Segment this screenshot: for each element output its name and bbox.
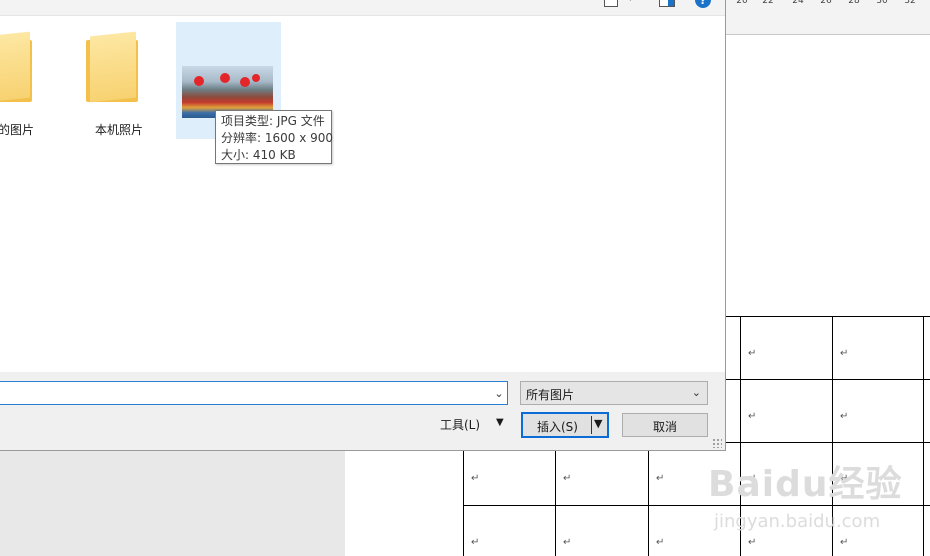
chevron-down-icon[interactable]: ⌄ (492, 388, 506, 400)
tooltip-size: 大小: 410 KB (221, 148, 296, 162)
filename-input[interactable] (0, 381, 508, 405)
paragraph-mark: ↵ (656, 537, 665, 548)
ruler-number: 28 (848, 0, 860, 6)
paragraph-mark: ↵ (840, 473, 849, 484)
insert-button[interactable]: 插入(S) ▼ (521, 412, 609, 438)
paragraph-mark: ↵ (840, 537, 849, 548)
view-options-icon[interactable] (604, 0, 618, 9)
resize-grip-icon[interactable] (712, 438, 722, 448)
folder-icon (86, 31, 142, 103)
paragraph-mark: ↵ (748, 473, 757, 484)
table-border (726, 379, 930, 380)
split-divider (591, 416, 592, 434)
preview-pane-icon[interactable] (659, 0, 675, 9)
dialog-footer: ⌄ 所有图片 ⌄ 工具(L) ▼ 插入(S) ▼ 取消 (0, 372, 725, 450)
table-border (726, 316, 930, 317)
tooltip-type: 项目类型: JPG 文件 (221, 114, 325, 128)
paragraph-mark: ↵ (748, 411, 757, 422)
ruler-number: 30 (876, 0, 888, 6)
table-border (463, 505, 930, 506)
file-item-folder[interactable]: 本机照片 (74, 20, 164, 150)
table-border (648, 451, 649, 556)
paragraph-mark: ↵ (840, 348, 849, 359)
table-border (463, 451, 464, 556)
cancel-button[interactable]: 取消 (622, 413, 708, 437)
file-type-select[interactable]: 所有图片 ⌄ (520, 381, 708, 405)
file-info-tooltip: 项目类型: JPG 文件 分辨率: 1600 x 900 大小: 410 KB (215, 110, 334, 164)
file-type-value: 所有图片 (526, 388, 575, 402)
ruler-number: 20 (736, 0, 748, 6)
folder-icon (0, 31, 36, 103)
ruler-number: 22 (762, 0, 774, 6)
paragraph-mark: ↵ (563, 473, 572, 484)
table-border (740, 316, 741, 556)
paragraph-mark: ↵ (471, 473, 480, 484)
table-border (555, 451, 556, 556)
file-item-folder[interactable]: 的图片 (0, 20, 60, 150)
insert-picture-dialog: ▾ ? 的图片 本机照片 项目类型: JPG 文件 分辨率: 1600 x 90… (0, 0, 726, 451)
paragraph-mark: ↵ (748, 537, 757, 548)
insert-label: 插入(S) (537, 420, 578, 434)
table-border (832, 316, 833, 556)
paragraph-mark: ↵ (656, 473, 665, 484)
tools-label: 工具(L) (440, 418, 481, 432)
paragraph-mark: ↵ (840, 411, 849, 422)
dialog-toolbar: ▾ ? (0, 0, 725, 16)
document-page-lower[interactable] (345, 451, 726, 556)
document-gray-area (0, 451, 345, 556)
cancel-label: 取消 (652, 420, 677, 434)
caret-down-icon: ▼ (496, 417, 504, 428)
tooltip-resolution: 分辨率: 1600 x 900 (221, 131, 334, 145)
view-options-arrow-icon[interactable]: ▾ (628, 0, 638, 8)
ruler-number: 26 (820, 0, 832, 6)
file-item-label: 的图片 (0, 123, 35, 137)
horizontal-ruler: 20 22 24 26 28 30 32 (726, 0, 930, 35)
paragraph-mark: ↵ (471, 537, 480, 548)
paragraph-mark: ↵ (748, 348, 757, 359)
chevron-down-icon: ⌄ (691, 386, 701, 399)
table-border (726, 442, 930, 443)
help-icon[interactable]: ? (695, 0, 711, 8)
insert-options-arrow-icon[interactable]: ▼ (594, 417, 602, 430)
table-border (923, 316, 924, 556)
ruler-number: 32 (904, 0, 916, 6)
document-page[interactable] (726, 35, 930, 556)
file-item-label: 本机照片 (95, 123, 144, 137)
paragraph-mark: ↵ (563, 537, 572, 548)
ruler-number: 24 (792, 0, 804, 6)
